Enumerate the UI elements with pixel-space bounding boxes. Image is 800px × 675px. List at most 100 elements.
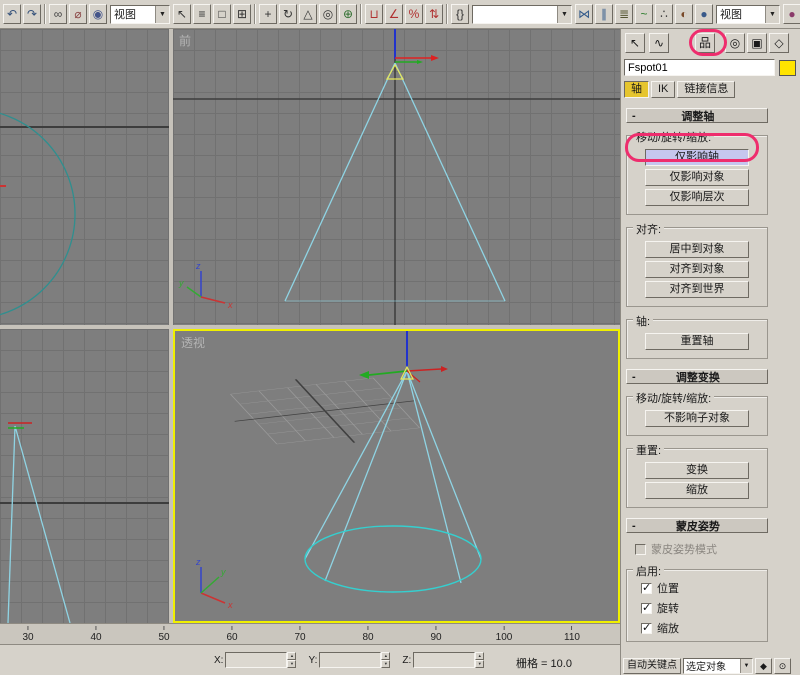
key-filters-button[interactable]: ⊙ bbox=[774, 658, 791, 674]
axis-tripod bbox=[395, 55, 439, 64]
link-info-subtab[interactable]: 链接信息 bbox=[677, 81, 735, 98]
reset-transform-button[interactable]: 变换 bbox=[645, 462, 749, 479]
object-name-row bbox=[624, 59, 796, 76]
reset-pivot-button[interactable]: 重置轴 bbox=[645, 333, 749, 350]
render-type-dropdown[interactable]: 视图▼ bbox=[716, 5, 780, 24]
position-checkbox[interactable] bbox=[641, 583, 652, 594]
select-and-scale-icon[interactable]: △ bbox=[299, 4, 317, 24]
circle-shape-wireframe bbox=[0, 109, 75, 319]
display-tab[interactable]: ▣ bbox=[747, 33, 767, 53]
utilities-tab[interactable]: ◇ bbox=[769, 33, 789, 53]
scale-checkbox[interactable] bbox=[641, 623, 652, 634]
layer-manager-icon[interactable]: ≣ bbox=[615, 4, 633, 24]
center-to-object-button[interactable]: 居中到对象 bbox=[645, 241, 749, 258]
motion-tab[interactable]: ◎ bbox=[725, 33, 745, 53]
render-scene-icon[interactable]: ● bbox=[695, 4, 713, 24]
undo-icon[interactable]: ↶ bbox=[3, 4, 21, 24]
align-icon[interactable]: ∥ bbox=[595, 4, 613, 24]
rotation-checkbox[interactable] bbox=[641, 603, 652, 614]
create-tab[interactable]: ↖ bbox=[625, 33, 645, 53]
align-to-object-button[interactable]: 对齐到对象 bbox=[645, 261, 749, 278]
main-toolbar: ↶↷∞⌀◉视图▼↖≡□⊞+↻△◎⊕⊔∠%⇅{}▼⋈∥≣~∴◐●视图▼● bbox=[0, 0, 800, 29]
curve-editor-icon[interactable]: ~ bbox=[635, 4, 653, 24]
affect-hierarchy-only-button[interactable]: 仅影响层次 bbox=[645, 189, 749, 206]
quick-render-icon[interactable]: ● bbox=[783, 4, 800, 24]
select-and-rotate-icon[interactable]: ↻ bbox=[279, 4, 297, 24]
snap-toggle-icon[interactable]: ⊔ bbox=[365, 4, 383, 24]
z-coordinate-field[interactable] bbox=[413, 652, 475, 668]
trackbar-tick: 40 bbox=[90, 626, 101, 643]
skin-pose-mode-checkbox-row[interactable]: 蒙皮姿势模式 bbox=[635, 541, 800, 557]
x-coordinate-field[interactable] bbox=[225, 652, 287, 668]
perspective-wireframe: z x y bbox=[175, 331, 618, 621]
y-spinner[interactable]: ▲▼ bbox=[381, 652, 390, 668]
skin-pose-rollout-header[interactable]: - 蒙皮姿势 bbox=[626, 518, 768, 533]
material-editor-icon[interactable]: ◐ bbox=[675, 4, 693, 24]
pivot-subtab[interactable]: 轴 bbox=[624, 81, 649, 98]
redo-icon[interactable]: ↷ bbox=[23, 4, 41, 24]
schematic-view-icon[interactable]: ∴ bbox=[655, 4, 673, 24]
chevron-down-icon: ▼ bbox=[155, 6, 169, 23]
scale-checkbox-row[interactable]: 缩放 bbox=[641, 620, 767, 636]
affect-object-only-button[interactable]: 仅影响对象 bbox=[645, 169, 749, 186]
transform-mrs-group: 移动/旋转/缩放: 不影响子对象 bbox=[626, 396, 768, 436]
viewport-top-left[interactable] bbox=[0, 29, 169, 325]
align-to-world-button[interactable]: 对齐到世界 bbox=[645, 281, 749, 298]
home-grid bbox=[205, 369, 444, 453]
trackbar-tick: 30 bbox=[22, 626, 33, 643]
percent-snap-icon[interactable]: % bbox=[405, 4, 423, 24]
toolbar-separator bbox=[44, 4, 46, 24]
svg-text:y: y bbox=[220, 567, 226, 577]
set-key-button[interactable]: ◆ bbox=[755, 658, 772, 674]
rollout-title: 调整轴 bbox=[641, 108, 767, 124]
window-crossing-icon[interactable]: ⊞ bbox=[233, 4, 251, 24]
select-and-manipulate-icon[interactable]: ⊕ bbox=[339, 4, 357, 24]
select-by-name-icon[interactable]: ≡ bbox=[193, 4, 211, 24]
object-name-field[interactable] bbox=[624, 59, 775, 76]
skin-pose-mode-checkbox[interactable] bbox=[635, 544, 646, 555]
select-object-icon[interactable]: ↖ bbox=[173, 4, 191, 24]
hierarchy-tab[interactable]: 品 bbox=[695, 33, 715, 53]
enabled-group: 启用: 位置 旋转 缩放 bbox=[626, 569, 768, 642]
dont-affect-children-button[interactable]: 不影响子对象 bbox=[645, 410, 749, 427]
adjust-transform-rollout-header[interactable]: - 调整变换 bbox=[626, 369, 768, 384]
left-bottom-wireframe bbox=[0, 329, 169, 623]
group-label: 对齐: bbox=[633, 221, 664, 237]
select-and-move-icon[interactable]: + bbox=[259, 4, 277, 24]
use-pivot-center-icon[interactable]: ◎ bbox=[319, 4, 337, 24]
y-coordinate-field[interactable] bbox=[319, 652, 381, 668]
reset-group: 重置: 变换 缩放 bbox=[626, 448, 768, 508]
named-selection-dropdown[interactable]: ▼ bbox=[472, 5, 572, 24]
x-spinner[interactable]: ▲▼ bbox=[287, 652, 296, 668]
selection-filter-dropdown[interactable]: 视图▼ bbox=[110, 5, 170, 24]
affect-pivot-only-button[interactable]: 仅影响轴 bbox=[645, 149, 749, 166]
auto-key-button[interactable]: 自动关键点 bbox=[623, 658, 681, 674]
viewport-bottom-left[interactable] bbox=[0, 329, 169, 623]
world-axis-icon: z x y bbox=[178, 261, 233, 310]
angle-snap-icon[interactable]: ∠ bbox=[385, 4, 403, 24]
ik-subtab[interactable]: IK bbox=[651, 81, 675, 98]
bind-to-spacewarp-icon[interactable]: ◉ bbox=[89, 4, 107, 24]
object-color-swatch[interactable] bbox=[779, 60, 796, 76]
select-and-link-icon[interactable]: ∞ bbox=[49, 4, 67, 24]
viewport-perspective[interactable]: 透视 bbox=[173, 329, 620, 623]
position-checkbox-row[interactable]: 位置 bbox=[641, 580, 767, 596]
trackbar-tick: 100 bbox=[496, 626, 513, 643]
adjust-pivot-rollout-header[interactable]: - 调整轴 bbox=[626, 108, 768, 123]
trackbar[interactable]: 30405060708090100110 bbox=[0, 623, 620, 645]
unlink-selection-icon[interactable]: ⌀ bbox=[69, 4, 87, 24]
z-spinner[interactable]: ▲▼ bbox=[475, 652, 484, 668]
z-label: Z: bbox=[402, 655, 411, 666]
modify-tab[interactable]: ∿ bbox=[649, 33, 669, 53]
rectangular-selection-region-icon[interactable]: □ bbox=[213, 4, 231, 24]
reset-scale-button[interactable]: 缩放 bbox=[645, 482, 749, 499]
mirror-icon[interactable]: ⋈ bbox=[575, 4, 593, 24]
pivot-group: 轴: 重置轴 bbox=[626, 319, 768, 359]
viewport-front[interactable]: 前 z bbox=[173, 29, 620, 325]
named-selection-sets-icon[interactable]: {} bbox=[451, 4, 469, 24]
key-mode-dropdown[interactable]: 选定对象 ▼ bbox=[683, 658, 753, 674]
animation-controls: 自动关键点 选定对象 ▼ ◆ ⊙ bbox=[623, 657, 791, 674]
front-viewport-wireframe: z x y bbox=[173, 29, 620, 325]
spinner-snap-icon[interactable]: ⇅ bbox=[425, 4, 443, 24]
rotation-checkbox-row[interactable]: 旋转 bbox=[641, 600, 767, 616]
